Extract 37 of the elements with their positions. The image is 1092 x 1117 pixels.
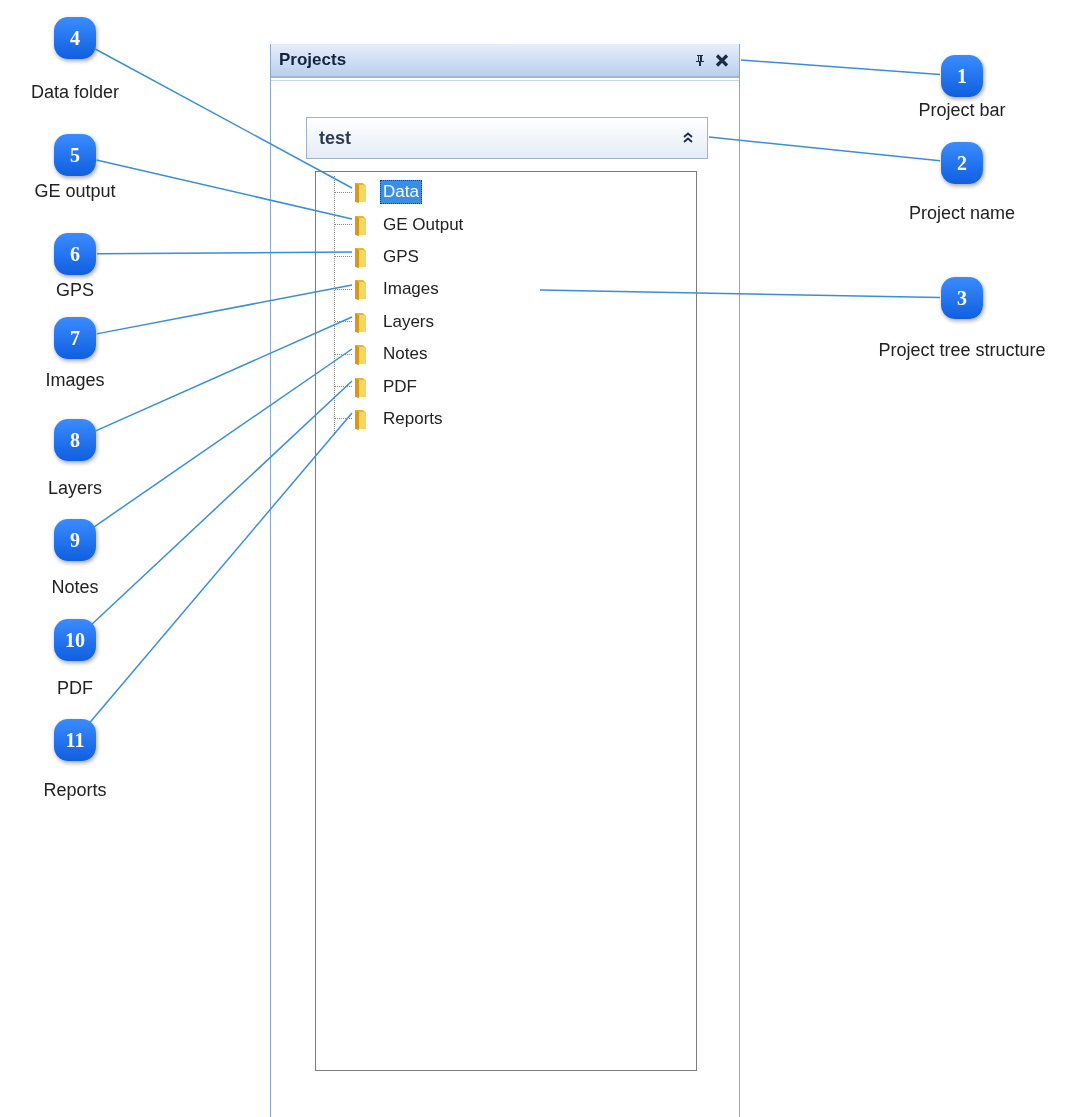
callout-label: Images [45,369,105,391]
callout-label: GPS [56,279,94,301]
callout-label: Data folder [30,81,120,103]
tree-item[interactable]: GPS [380,244,422,269]
pin-icon[interactable] [695,54,705,66]
chevron-icon[interactable] [683,132,693,144]
callout-number: 3 [941,277,983,319]
callout-label: Project tree structure [878,339,1046,361]
callout-number: 2 [941,142,983,184]
tree-item[interactable]: Images [380,277,442,302]
tree-line [335,321,352,323]
panel-title: Projects [279,50,348,70]
tree-item[interactable]: Layers [380,309,438,334]
callout-number: 7 [54,317,96,359]
callout-number: 5 [54,134,96,176]
callout-label: Notes [51,576,99,598]
tree-line [335,288,352,290]
callout-number: 8 [54,419,96,461]
callout-label: PDF [57,677,93,699]
callout-number: 11 [54,719,96,761]
project-header[interactable]: test [306,117,708,159]
callout-label: Project bar [918,99,1006,121]
callout-number: 4 [54,17,96,59]
callout-label: Layers [48,477,102,499]
tree-item[interactable]: GE Output [380,212,467,237]
project-name: test [319,127,351,149]
callout-label: Reports [43,779,107,801]
tree-item[interactable]: Notes [380,342,431,367]
tree-item[interactable]: PDF [380,374,420,399]
callout-number: 6 [54,233,96,275]
callout-label: GE output [34,180,116,202]
callout-number: 9 [54,519,96,561]
callout-label: Project name [908,202,1016,224]
close-icon[interactable] [715,53,729,67]
tree-item[interactable]: Reports [380,406,446,431]
callout-number: 1 [941,55,983,97]
callout-number: 10 [54,619,96,661]
